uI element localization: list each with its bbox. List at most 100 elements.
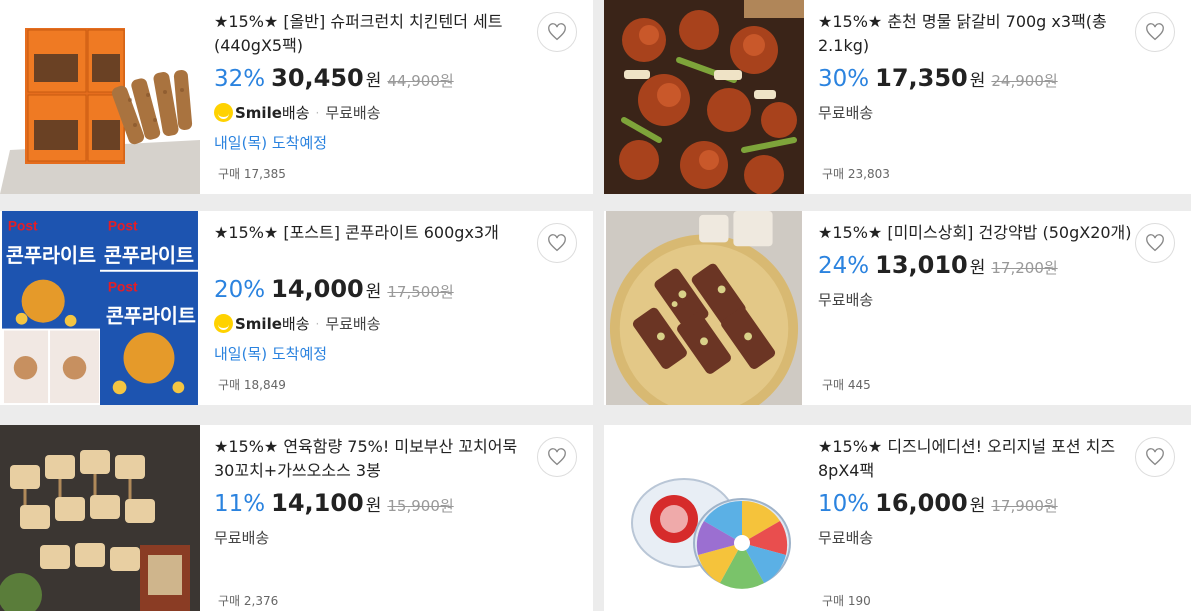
product-card[interactable]: Post 콘푸라이트 Post 콘푸라이트 Post 콘푸라이트 ★15%★ [… (0, 211, 593, 405)
purchase-count: 구매 2,376 (218, 594, 279, 608)
wishlist-button[interactable] (537, 437, 577, 477)
original-price: 17,900원 (991, 497, 1058, 515)
discount-rate: 32% (214, 66, 266, 92)
currency-label: 원 (365, 496, 382, 516)
shipping-label: 무료배송 (818, 291, 874, 309)
shipping-row: 무료배송 (818, 289, 1133, 310)
heart-icon (548, 448, 566, 466)
product-info: ★15%★ 연육함량 75%! 미보부산 꼬치어묵 30꼬치+가쓰오소스 3봉 … (214, 435, 529, 548)
shipping-row: Smile배송 · 무료배송 (214, 313, 529, 334)
product-title[interactable]: ★15%★ 디즈니에디션! 오리지널 포션 치즈 8pX4팩 (818, 435, 1133, 483)
separator-dot: · (315, 105, 320, 120)
wishlist-button[interactable] (1135, 223, 1175, 263)
purchase-count: 구매 190 (822, 594, 871, 608)
product-title[interactable]: ★15%★ [포스트] 콘푸라이트 600gx3개 (214, 221, 529, 245)
separator-dot: · (315, 316, 320, 331)
currency-label: 원 (969, 71, 986, 91)
price-row: 24% 13,010 원 17,200원 (818, 251, 1133, 279)
shipping-label: 무료배송 (818, 104, 874, 122)
heart-icon (548, 23, 566, 41)
shipping-row: Smile배송 · 무료배송 (214, 102, 529, 123)
heart-icon (1146, 234, 1164, 252)
currency-label: 원 (365, 282, 382, 302)
laughing-cow-cheese-image[interactable] (604, 425, 804, 611)
shipping-label: 무료배송 (214, 529, 270, 547)
wishlist-button[interactable] (1135, 12, 1175, 52)
sale-price: 14,100 (271, 489, 364, 517)
original-price: 44,900원 (387, 72, 454, 90)
heart-icon (548, 234, 566, 252)
discount-rate: 11% (214, 491, 266, 517)
wishlist-button[interactable] (1135, 437, 1175, 477)
product-title[interactable]: ★15%★ 춘천 명물 닭갈비 700g x3팩(총 2.1kg) (818, 10, 1133, 58)
product-card[interactable]: ★15%★ [미미스상회] 건강약밥 (50gX20개) 24% 13,010 … (604, 211, 1191, 405)
product-title[interactable]: ★15%★ [미미스상회] 건강약밥 (50gX20개) (818, 221, 1133, 245)
sale-price: 30,450 (271, 64, 364, 92)
original-price: 24,900원 (991, 72, 1058, 90)
sale-price: 14,000 (271, 275, 364, 303)
product-card[interactable]: ★15%★ 춘천 명물 닭갈비 700g x3팩(총 2.1kg) 30% 17… (604, 0, 1191, 194)
product-grid: ★15%★ [올반] 슈퍼크런치 치킨텐더 세트(440gX5팩) 32% 30… (0, 0, 1191, 611)
currency-label: 원 (969, 496, 986, 516)
cereal-brand-text: Post (108, 279, 138, 294)
price-row: 20% 14,000 원 17,500원 (214, 275, 529, 303)
product-card[interactable]: ★15%★ 연육함량 75%! 미보부산 꼬치어묵 30꼬치+가쓰오소스 3봉 … (0, 425, 593, 611)
product-title[interactable]: ★15%★ [올반] 슈퍼크런치 치킨텐더 세트(440gX5팩) (214, 10, 529, 58)
product-info: ★15%★ [올반] 슈퍼크런치 치킨텐더 세트(440gX5팩) 32% 30… (214, 10, 529, 153)
price-row: 11% 14,100 원 15,900원 (214, 489, 529, 517)
purchase-count: 구매 445 (822, 378, 871, 392)
product-card[interactable]: ★15%★ 디즈니에디션! 오리지널 포션 치즈 8pX4팩 10% 16,00… (604, 425, 1191, 611)
sale-price: 13,010 (875, 251, 968, 279)
cereal-box-image[interactable]: Post 콘푸라이트 Post 콘푸라이트 Post 콘푸라이트 (0, 211, 200, 405)
cereal-name-text: 콘푸라이트 (104, 245, 194, 267)
cereal-brand-text: Post (108, 219, 138, 234)
sale-price: 17,350 (875, 64, 968, 92)
wishlist-button[interactable] (537, 12, 577, 52)
purchase-count: 구매 17,385 (218, 167, 286, 181)
currency-label: 원 (365, 71, 382, 91)
smile-badge-text: Smile (235, 104, 282, 122)
product-info: ★15%★ [포스트] 콘푸라이트 600gx3개 20% 14,000 원 1… (214, 221, 529, 364)
heart-icon (1146, 23, 1164, 41)
price-row: 32% 30,450 원 44,900원 (214, 64, 529, 92)
chicken-tender-package-image[interactable] (0, 0, 200, 194)
shipping-label: 무료배송 (818, 529, 874, 547)
smile-delivery-badge: Smile배송 (214, 102, 310, 123)
shipping-row: 무료배송 (818, 527, 1133, 548)
heart-icon (1146, 448, 1164, 466)
purchase-count: 구매 23,803 (822, 167, 890, 181)
original-price: 15,900원 (387, 497, 454, 515)
cereal-name-text: 콘푸라이트 (6, 245, 96, 267)
yakbap-bars-image[interactable] (604, 211, 804, 405)
delivery-estimate: 내일(목) 도착예정 (214, 134, 328, 152)
cereal-name-text: 콘푸라이트 (106, 306, 196, 328)
price-row: 30% 17,350 원 24,900원 (818, 64, 1133, 92)
product-title[interactable]: ★15%★ 연육함량 75%! 미보부산 꼬치어묵 30꼬치+가쓰오소스 3봉 (214, 435, 529, 483)
product-info: ★15%★ [미미스상회] 건강약밥 (50gX20개) 24% 13,010 … (818, 221, 1133, 310)
smile-delivery-icon (214, 314, 233, 333)
shipping-label: 무료배송 (325, 315, 381, 333)
smile-badge-ko: 배송 (281, 315, 310, 333)
wishlist-button[interactable] (537, 223, 577, 263)
price-row: 10% 16,000 원 17,900원 (818, 489, 1133, 517)
smile-badge-ko: 배송 (281, 104, 310, 122)
shipping-row: 무료배송 (818, 102, 1133, 123)
cereal-brand-text: Post (8, 219, 38, 234)
discount-rate: 20% (214, 277, 266, 303)
original-price: 17,500원 (387, 283, 454, 301)
shipping-label: 무료배송 (325, 104, 381, 122)
currency-label: 원 (969, 258, 986, 278)
product-info: ★15%★ 춘천 명물 닭갈비 700g x3팩(총 2.1kg) 30% 17… (818, 10, 1133, 123)
product-info: ★15%★ 디즈니에디션! 오리지널 포션 치즈 8pX4팩 10% 16,00… (818, 435, 1133, 548)
discount-rate: 30% (818, 66, 870, 92)
smile-delivery-badge: Smile배송 (214, 313, 310, 334)
product-card[interactable]: ★15%★ [올반] 슈퍼크런치 치킨텐더 세트(440gX5팩) 32% 30… (0, 0, 593, 194)
smile-badge-text: Smile (235, 315, 282, 333)
fishcake-skewers-image[interactable] (0, 425, 200, 611)
smile-delivery-icon (214, 103, 233, 122)
dakgalbi-image[interactable] (604, 0, 804, 194)
sale-price: 16,000 (875, 489, 968, 517)
discount-rate: 24% (818, 253, 870, 279)
original-price: 17,200원 (991, 259, 1058, 277)
discount-rate: 10% (818, 491, 870, 517)
